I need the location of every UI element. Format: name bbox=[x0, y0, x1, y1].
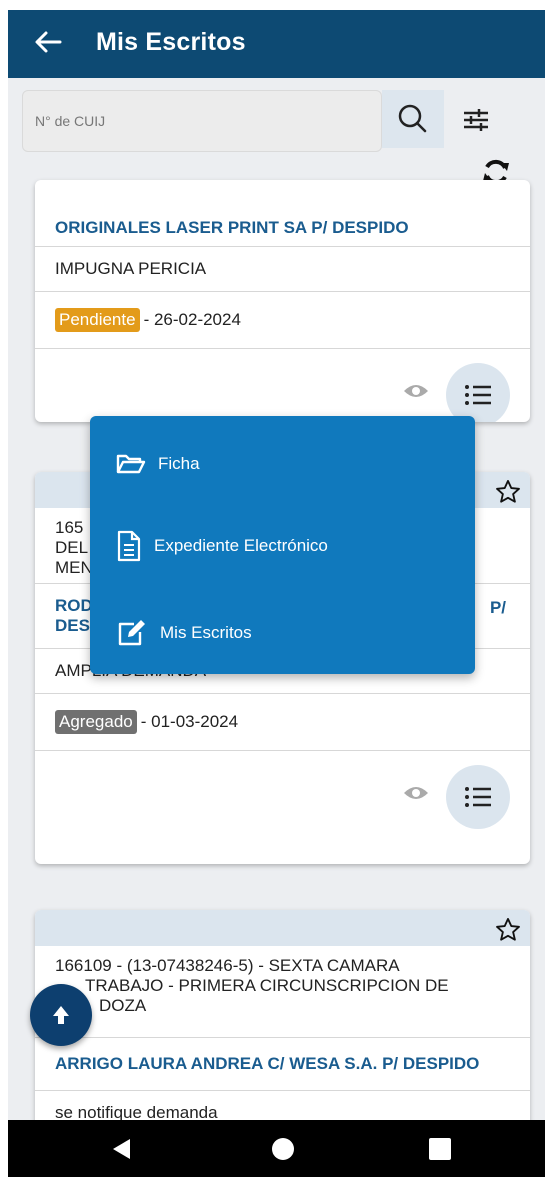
menu-item-mis-escritos[interactable]: Mis Escritos bbox=[116, 618, 252, 648]
star-icon[interactable] bbox=[494, 478, 522, 506]
card-status-row: Pendiente - 26-02-2024 bbox=[35, 292, 530, 349]
cuij-search-input[interactable] bbox=[33, 91, 377, 151]
search-box bbox=[22, 90, 382, 152]
app-bar: Mis Escritos bbox=[8, 10, 545, 78]
card-actions bbox=[35, 751, 530, 833]
card-date: - 01-03-2024 bbox=[140, 712, 239, 731]
card-party: ARRIGO LAURA ANDREA C/ WESA S.A. P/ DESP… bbox=[35, 1038, 530, 1091]
document-icon bbox=[117, 530, 141, 562]
card-court: 166109 - (13-07438246-5) - SEXTA CAMARA … bbox=[35, 946, 530, 1038]
nav-back-icon[interactable] bbox=[112, 1138, 132, 1160]
eye-icon[interactable] bbox=[402, 381, 430, 401]
nav-recents-icon[interactable] bbox=[429, 1138, 451, 1160]
scroll-top-button[interactable] bbox=[30, 984, 92, 1046]
card-options-menu: Ficha Expediente Electrónico Mis Escrito… bbox=[90, 416, 475, 674]
status-badge: Pendiente bbox=[55, 308, 140, 332]
system-nav-bar bbox=[8, 1120, 545, 1177]
list-icon bbox=[465, 787, 491, 807]
eye-icon[interactable] bbox=[402, 783, 430, 803]
search-icon bbox=[398, 104, 427, 133]
card-party: ORIGINALES LASER PRINT SA P/ DESPIDO bbox=[35, 180, 530, 247]
star-icon[interactable] bbox=[494, 916, 522, 944]
status-badge: Agregado bbox=[55, 710, 137, 734]
nav-home-icon[interactable] bbox=[272, 1138, 294, 1160]
list-menu-button[interactable] bbox=[446, 765, 510, 829]
card-status-row: Agregado - 01-03-2024 bbox=[35, 694, 530, 751]
back-arrow-icon[interactable] bbox=[30, 24, 66, 60]
menu-item-expediente-electronico[interactable]: Expediente Electrónico bbox=[116, 530, 328, 562]
card-description: IMPUGNA PERICIA bbox=[35, 247, 530, 292]
card-actions bbox=[35, 349, 530, 422]
app-screen: Mis Escritos ORIGINALES LASER PR bbox=[8, 10, 545, 1177]
menu-item-ficha[interactable]: Ficha bbox=[116, 452, 200, 476]
edit-icon bbox=[118, 620, 145, 646]
card-date: - 26-02-2024 bbox=[143, 310, 241, 329]
arrow-up-icon bbox=[53, 1006, 69, 1024]
list-menu-button[interactable] bbox=[446, 363, 510, 422]
list-icon bbox=[465, 385, 491, 405]
folder-open-icon bbox=[116, 454, 146, 474]
page-title: Mis Escritos bbox=[96, 28, 246, 56]
filter-icon[interactable] bbox=[458, 102, 494, 138]
escrito-card: ORIGINALES LASER PRINT SA P/ DESPIDO IMP… bbox=[35, 180, 530, 422]
card-header bbox=[35, 910, 530, 946]
search-button[interactable] bbox=[382, 90, 444, 148]
